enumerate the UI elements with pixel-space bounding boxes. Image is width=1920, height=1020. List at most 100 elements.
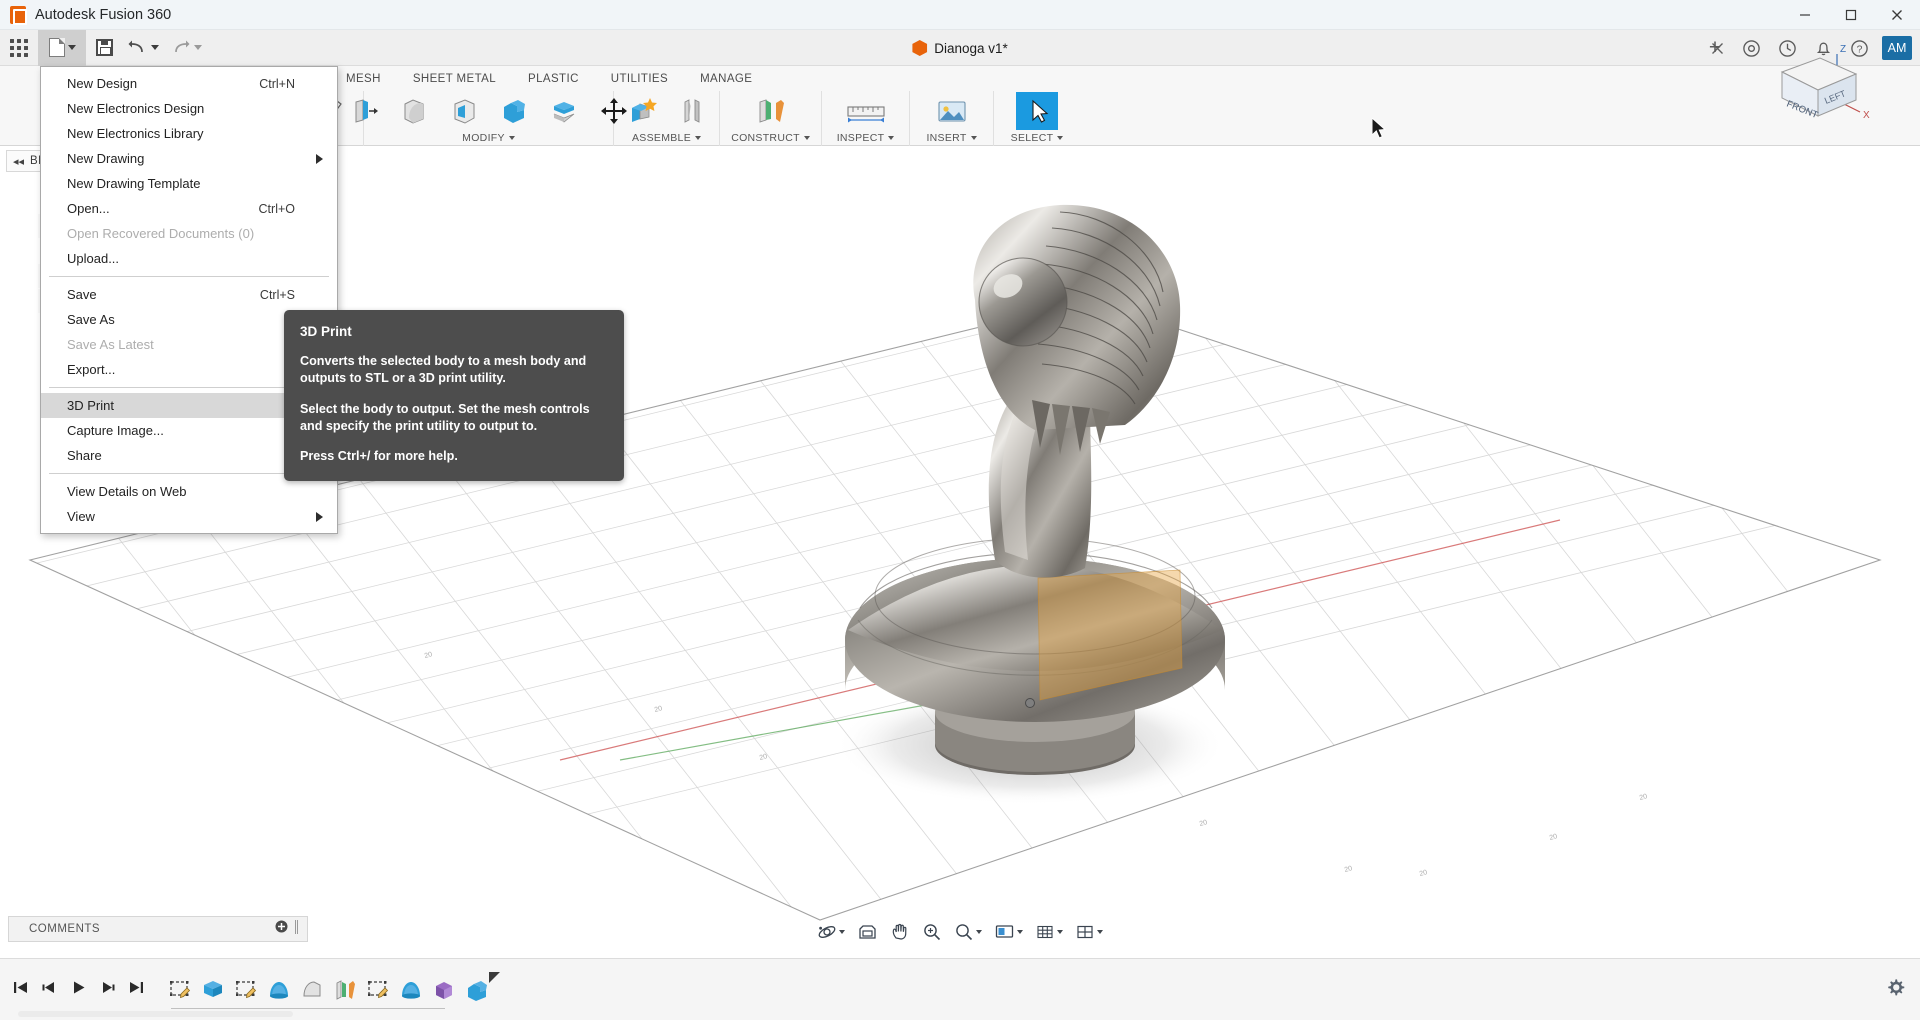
menu-item-shortcut: Ctrl+O (258, 201, 295, 216)
combine-icon[interactable] (493, 92, 535, 130)
maximize-button[interactable] (1828, 0, 1874, 30)
menu-item-new-electronics-library[interactable]: New Electronics Library (41, 121, 337, 146)
offset-plane-icon[interactable] (750, 92, 792, 130)
collapse-left-icon[interactable]: ◂◂ (7, 155, 24, 168)
step-forward-icon[interactable] (99, 979, 116, 1001)
undo-button[interactable] (122, 30, 165, 66)
orbit-icon[interactable] (812, 919, 850, 945)
timeline-feature-sketch-3[interactable] (365, 977, 391, 1003)
grid-snap-icon[interactable] (1030, 919, 1068, 945)
measure-icon[interactable] (845, 92, 887, 130)
timeline-feature-sketch[interactable] (167, 977, 193, 1003)
chevron-down-icon (1057, 930, 1063, 934)
menu-item-new-drawing-template[interactable]: New Drawing Template (41, 171, 337, 196)
tooltip-body-2: Select the body to output. Set the mesh … (300, 402, 590, 433)
menu-item-save[interactable]: Save Ctrl+S (41, 282, 337, 307)
chevron-down-icon (1097, 930, 1103, 934)
tab-mesh[interactable]: MESH (330, 66, 397, 91)
tab-manage[interactable]: MANAGE (684, 66, 768, 91)
chevron-down-icon (67, 45, 76, 50)
play-icon[interactable] (70, 979, 87, 1001)
save-button[interactable] (86, 30, 122, 66)
tab-utilities[interactable]: UTILITIES (595, 66, 684, 91)
submenu-arrow-icon (316, 153, 323, 164)
menu-item-label: Open Recovered Documents (0) (67, 226, 255, 241)
panel-label-select[interactable]: SELECT (1011, 130, 1064, 146)
timeline-feature-combine[interactable] (464, 971, 500, 1003)
menu-item-open-recovered-documents: Open Recovered Documents (0) (41, 221, 337, 246)
step-back-icon[interactable] (41, 979, 58, 1001)
axis-x-label: X (1863, 110, 1870, 121)
split-body-icon[interactable] (543, 92, 585, 130)
new-component-icon[interactable] (621, 92, 663, 130)
viewport-navigation-bar (812, 918, 1108, 946)
menu-item-new-drawing[interactable]: New Drawing (41, 146, 337, 171)
zoom-icon[interactable] (917, 919, 947, 945)
timeline-feature-extrude[interactable] (200, 977, 226, 1003)
pan-hand-icon[interactable] (885, 919, 915, 945)
menu-item-view-details-on-web[interactable]: View Details on Web (41, 479, 337, 504)
panel-label-inspect[interactable]: INSPECT (837, 130, 895, 146)
panel-label-construct[interactable]: CONSTRUCT (731, 130, 810, 146)
menu-item-label: Save As (67, 312, 115, 327)
skip-to-start-icon[interactable] (12, 979, 29, 1001)
menu-item-label: Export... (67, 362, 116, 377)
file-menu-button[interactable] (38, 29, 86, 66)
menu-item-label: View (67, 509, 95, 524)
gear-icon[interactable] (1885, 977, 1906, 1003)
timeline-scrollbar[interactable] (18, 1011, 293, 1017)
redo-button[interactable] (165, 30, 208, 66)
menu-item-view[interactable]: View (41, 504, 337, 529)
menu-item-upload[interactable]: Upload... (41, 246, 337, 271)
menu-item-label: New Electronics Library (67, 126, 204, 141)
plus-icon[interactable]: + (1698, 30, 1732, 66)
avatar[interactable]: AM (1882, 36, 1912, 60)
select-tool-icon[interactable] (1016, 92, 1058, 130)
insert-image-icon[interactable] (931, 92, 973, 130)
view-cube[interactable]: Z X FRONT LEFT (1760, 40, 1880, 160)
joint-icon[interactable] (671, 92, 713, 130)
press-pull-icon[interactable] (343, 92, 385, 130)
comments-label: COMMENTS (29, 923, 101, 935)
menu-item-label: Share (67, 448, 102, 463)
menu-item-shortcut: Ctrl+N (259, 76, 295, 91)
comments-bar[interactable]: COMMENTS (8, 916, 308, 942)
timeline-feature-plane[interactable] (332, 977, 358, 1003)
tab-plastic[interactable]: PLASTIC (512, 66, 595, 91)
document-tab[interactable]: Dianoga v1* (912, 30, 1008, 66)
panel-construct: CONSTRUCT (720, 91, 822, 146)
menu-separator (49, 276, 329, 277)
skip-to-end-icon[interactable] (128, 979, 145, 1001)
fillet-icon[interactable] (393, 92, 435, 130)
chevron-down-icon (695, 136, 701, 140)
timeline-feature-loft[interactable] (299, 977, 325, 1003)
panel-label-insert[interactable]: INSERT (926, 130, 977, 146)
shell-icon[interactable] (443, 92, 485, 130)
add-comment-icon[interactable] (275, 920, 288, 938)
menu-item-open[interactable]: Open... Ctrl+O (41, 196, 337, 221)
menu-item-new-design[interactable]: New Design Ctrl+N (41, 71, 337, 96)
minimize-button[interactable] (1782, 0, 1828, 30)
chevron-down-icon (1057, 136, 1064, 140)
timeline-feature-revolve[interactable] (266, 977, 292, 1003)
menu-item-label: Upload... (67, 251, 120, 266)
display-settings-icon[interactable] (989, 919, 1028, 945)
menu-item-new-electronics-design[interactable]: New Electronics Design (41, 96, 337, 121)
tooltip-3d-print: 3D Print Converts the selected body to a… (284, 310, 624, 481)
look-at-icon[interactable] (852, 919, 883, 945)
chevron-down-icon (1017, 930, 1023, 934)
zoom-window-icon[interactable] (949, 919, 987, 945)
timeline-end-marker[interactable] (489, 971, 500, 983)
window-titlebar: Autodesk Fusion 360 (0, 0, 1920, 30)
viewport-layout-icon[interactable] (1070, 919, 1108, 945)
timeline-feature-revolve-2[interactable] (398, 977, 424, 1003)
view-cube-front-label: FRONT (1785, 99, 1820, 122)
tab-sheet-metal[interactable]: SHEET METAL (397, 66, 512, 91)
timeline-feature-mesh[interactable] (431, 977, 457, 1003)
panel-label-modify[interactable]: MODIFY (462, 130, 515, 146)
resize-grip-icon[interactable] (294, 919, 299, 940)
panel-label-assemble[interactable]: ASSEMBLE (632, 130, 701, 146)
timeline-feature-sketch-2[interactable] (233, 977, 259, 1003)
close-button[interactable] (1874, 0, 1920, 30)
app-grid-icon[interactable] (0, 30, 38, 66)
